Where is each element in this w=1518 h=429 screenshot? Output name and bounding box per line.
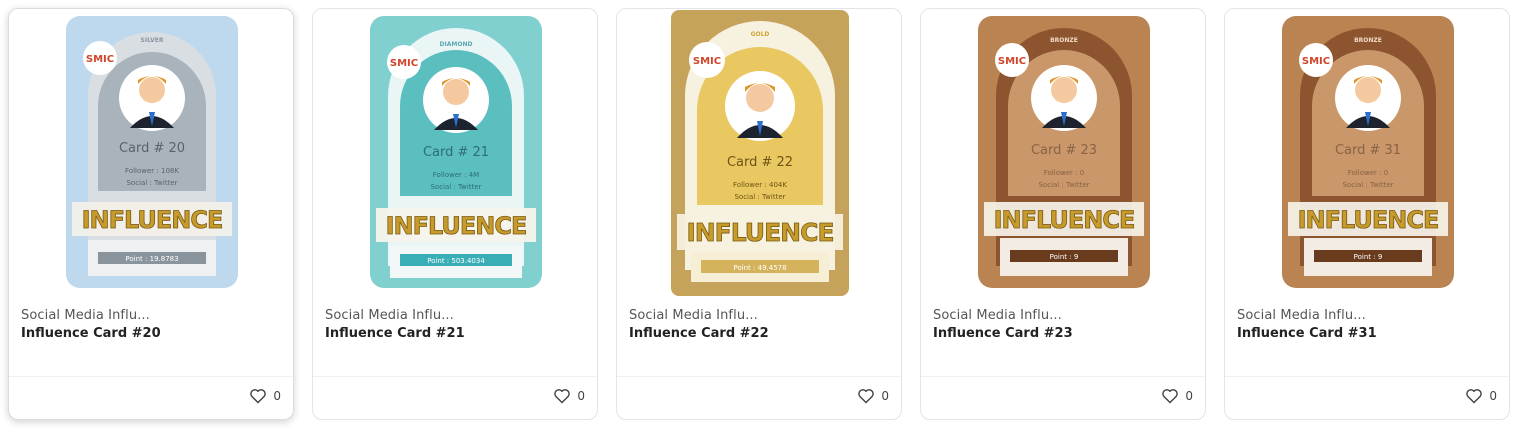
- influence-card-art: SILVER SMIC Card # 20 Follower : 108K So…: [66, 16, 238, 288]
- follower-label: Follower : 404K: [733, 181, 787, 189]
- nft-media[interactable]: DIAMOND SMIC Card # 21 Follower : 4M Soc…: [313, 9, 597, 299]
- point-label: Point : 9: [1050, 253, 1079, 261]
- item-title[interactable]: Influence Card #31: [1237, 326, 1377, 341]
- like-count: 0: [273, 389, 281, 403]
- heart-icon: [1162, 389, 1179, 404]
- nft-card[interactable]: GOLD SMIC Card # 22 Follower : 404K Soci…: [616, 8, 902, 420]
- point-label: Point : 19.8783: [125, 255, 178, 263]
- influence-card-art: BRONZE SMIC Card # 23 Follower : 0 Socia…: [978, 16, 1150, 288]
- like-button[interactable]: 0: [553, 388, 585, 404]
- item-title[interactable]: Influence Card #20: [21, 326, 161, 341]
- avatar: [423, 67, 489, 133]
- nft-media[interactable]: SILVER SMIC Card # 20 Follower : 108K So…: [9, 9, 293, 299]
- avatar: [725, 71, 795, 141]
- tier-label: BRONZE: [1354, 37, 1382, 44]
- influence-word: INFLUENCE: [82, 206, 223, 234]
- like-count: 0: [1489, 389, 1497, 403]
- nft-image: SILVER SMIC Card # 20 Follower : 108K So…: [66, 16, 238, 288]
- nft-media[interactable]: BRONZE SMIC Card # 31 Follower : 0 Socia…: [1225, 9, 1509, 299]
- heart-icon: [1466, 389, 1483, 404]
- social-label: Social : Twitter: [1038, 181, 1089, 189]
- social-label: Social : Twitter: [126, 179, 177, 187]
- tier-label: SILVER: [141, 37, 164, 44]
- heart-icon: [250, 389, 267, 404]
- nft-image: BRONZE SMIC Card # 23 Follower : 0 Socia…: [978, 16, 1150, 288]
- follower-label: Follower : 4M: [433, 171, 479, 179]
- social-label: Social : Twitter: [430, 183, 481, 191]
- influence-word: INFLUENCE: [386, 212, 527, 240]
- social-label: Social : Twitter: [1342, 181, 1393, 189]
- card-footer: 0: [617, 376, 901, 419]
- collection-name[interactable]: Social Media Influ...: [629, 308, 758, 323]
- collection-name[interactable]: Social Media Influ...: [933, 308, 1062, 323]
- influence-word: INFLUENCE: [994, 206, 1135, 234]
- card-number: Card # 23: [1031, 143, 1097, 158]
- tier-label: DIAMOND: [440, 41, 473, 48]
- heart-icon: [554, 389, 571, 404]
- nft-card[interactable]: SILVER SMIC Card # 20 Follower : 108K So…: [8, 8, 294, 420]
- card-number: Card # 31: [1335, 143, 1401, 158]
- nft-media[interactable]: GOLD SMIC Card # 22 Follower : 404K Soci…: [617, 9, 901, 299]
- influence-card-art: BRONZE SMIC Card # 31 Follower : 0 Socia…: [1282, 16, 1454, 288]
- nft-image: GOLD SMIC Card # 22 Follower : 404K Soci…: [671, 10, 849, 296]
- nft-card[interactable]: BRONZE SMIC Card # 23 Follower : 0 Socia…: [920, 8, 1206, 420]
- nft-card-grid: SILVER SMIC Card # 20 Follower : 108K So…: [8, 8, 1510, 420]
- like-count: 0: [577, 389, 585, 403]
- collection-name[interactable]: Social Media Influ...: [1237, 308, 1366, 323]
- avatar: [1031, 65, 1097, 131]
- avatar: [1335, 65, 1401, 131]
- collection-name[interactable]: Social Media Influ...: [21, 308, 150, 323]
- card-footer: 0: [313, 376, 597, 419]
- influence-card-art: DIAMOND SMIC Card # 21 Follower : 4M Soc…: [370, 16, 542, 288]
- brand-label: SMIC: [86, 54, 114, 65]
- card-number: Card # 22: [727, 155, 793, 170]
- tier-label: GOLD: [751, 31, 770, 38]
- card-number: Card # 21: [423, 145, 489, 160]
- card-footer: 0: [921, 376, 1205, 419]
- card-footer: 0: [9, 376, 293, 419]
- like-button[interactable]: 0: [1465, 388, 1497, 404]
- heart-icon: [858, 389, 875, 404]
- like-button[interactable]: 0: [857, 388, 889, 404]
- item-title[interactable]: Influence Card #22: [629, 326, 769, 341]
- item-title[interactable]: Influence Card #21: [325, 326, 465, 341]
- nft-image: BRONZE SMIC Card # 31 Follower : 0 Socia…: [1282, 16, 1454, 288]
- avatar: [119, 65, 185, 131]
- brand-label: SMIC: [1302, 56, 1330, 67]
- nft-card[interactable]: DIAMOND SMIC Card # 21 Follower : 4M Soc…: [312, 8, 598, 420]
- influence-word: INFLUENCE: [1298, 206, 1439, 234]
- follower-label: Follower : 0: [1348, 169, 1388, 177]
- follower-label: Follower : 108K: [125, 167, 179, 175]
- like-count: 0: [881, 389, 889, 403]
- point-label: Point : 49.4578: [733, 264, 786, 272]
- card-number: Card # 20: [119, 141, 185, 156]
- influence-word: INFLUENCE: [686, 218, 833, 247]
- nft-card[interactable]: BRONZE SMIC Card # 31 Follower : 0 Socia…: [1224, 8, 1510, 420]
- point-label: Point : 9: [1354, 253, 1383, 261]
- like-button[interactable]: 0: [249, 388, 281, 404]
- nft-image: DIAMOND SMIC Card # 21 Follower : 4M Soc…: [370, 16, 542, 288]
- card-footer: 0: [1225, 376, 1509, 419]
- brand-label: SMIC: [390, 58, 418, 69]
- collection-name[interactable]: Social Media Influ...: [325, 308, 454, 323]
- tier-label: BRONZE: [1050, 37, 1078, 44]
- brand-label: SMIC: [693, 56, 721, 67]
- item-title[interactable]: Influence Card #23: [933, 326, 1073, 341]
- like-button[interactable]: 0: [1161, 388, 1193, 404]
- nft-media[interactable]: BRONZE SMIC Card # 23 Follower : 0 Socia…: [921, 9, 1205, 299]
- point-label: Point : 503.4034: [427, 257, 485, 265]
- like-count: 0: [1185, 389, 1193, 403]
- brand-label: SMIC: [998, 56, 1026, 67]
- influence-card-art: GOLD SMIC Card # 22 Follower : 404K Soci…: [671, 10, 849, 296]
- follower-label: Follower : 0: [1044, 169, 1084, 177]
- social-label: Social : Twitter: [734, 193, 785, 201]
